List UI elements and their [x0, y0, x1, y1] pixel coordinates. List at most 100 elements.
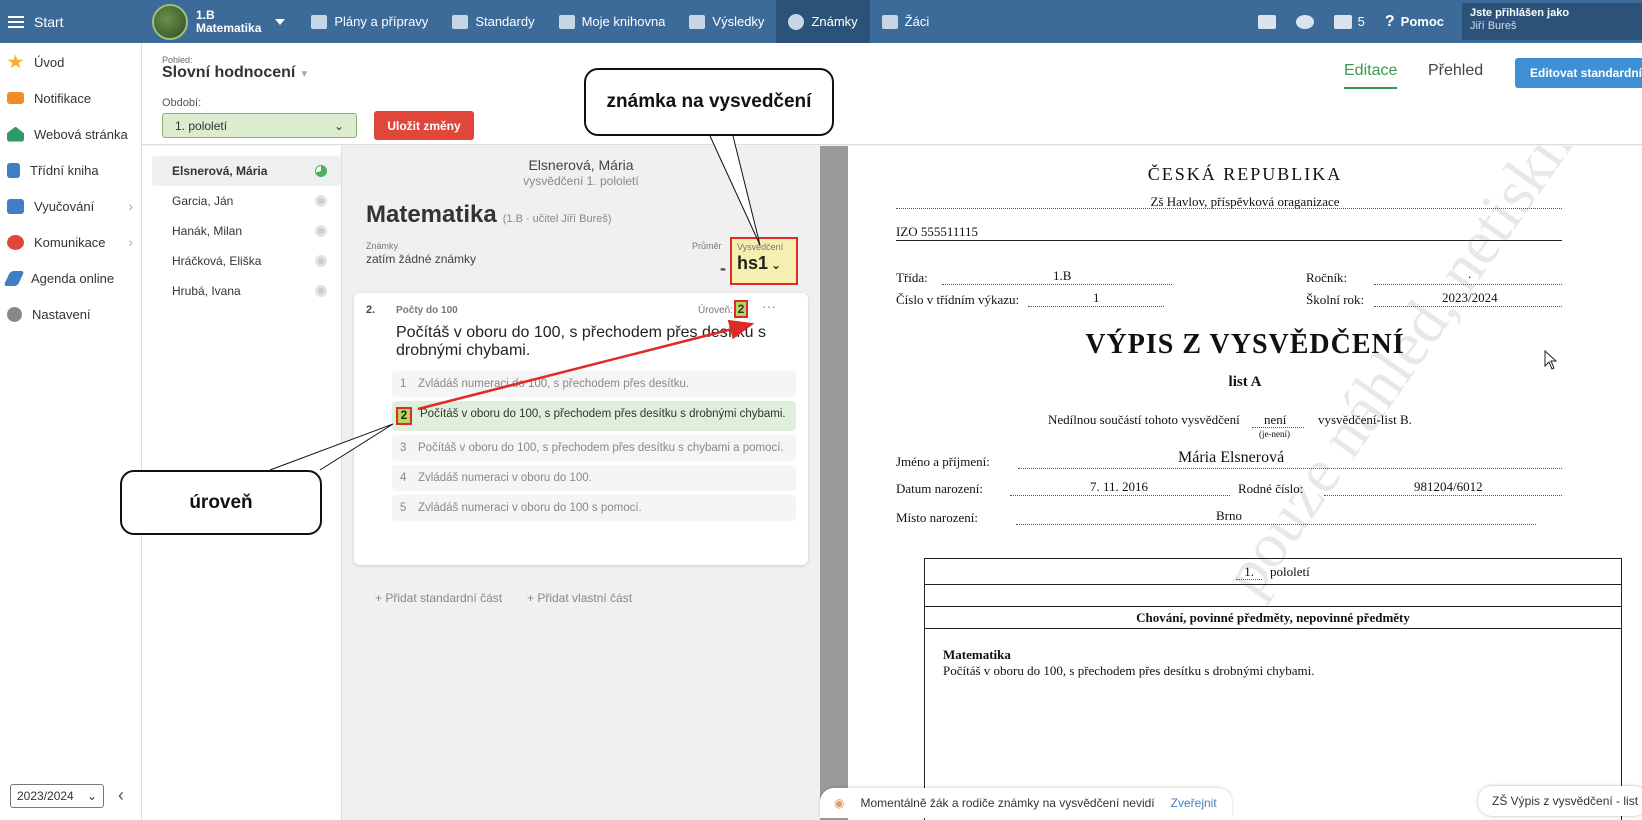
start-menu[interactable]: Start: [0, 14, 142, 30]
chat-button[interactable]: [1286, 14, 1324, 29]
help-button[interactable]: ? Pomoc: [1375, 13, 1454, 31]
sidebar-item-label: Webová stránka: [34, 126, 128, 142]
subject-name: Matematika: [366, 201, 497, 228]
library-icon: [558, 14, 575, 29]
student-item[interactable]: Hanák, Milan: [152, 216, 341, 246]
nav-results[interactable]: Výsledky: [677, 0, 776, 43]
sidebar-item-settings[interactable]: Nastavení: [0, 296, 141, 332]
level-options: 1 Zvládáš numeraci do 100, s přechodem př…: [392, 371, 796, 525]
chat-icon: [7, 234, 24, 250]
nav-library[interactable]: Moje knihovna: [547, 0, 678, 43]
nav-grades[interactable]: Známky: [776, 0, 870, 43]
doc-name-value: Mária Elsnerová: [1178, 449, 1285, 466]
book-icon: [7, 162, 20, 178]
star-icon: [7, 54, 24, 69]
student-name: Elsnerová, Mária: [172, 164, 268, 178]
average-value: -: [720, 258, 726, 278]
sidebar-item-communication[interactable]: Komunikace ›: [0, 224, 141, 260]
save-changes-button[interactable]: Uložit změny: [374, 111, 474, 140]
tab-overview[interactable]: Přehled: [1428, 62, 1483, 80]
publish-link[interactable]: Zveřejnit: [1171, 796, 1217, 810]
doc-list: list A: [1228, 374, 1262, 390]
start-label[interactable]: Start: [34, 14, 64, 30]
school-year-select[interactable]: 2023/2024 ⌄: [10, 784, 104, 808]
add-own-part-button[interactable]: + Přidat vlastní část: [527, 591, 632, 605]
sidebar-item-agenda[interactable]: Agenda online: [0, 260, 141, 296]
subject-title: Matematika (1.B · učitel Jiří Bureš): [366, 201, 612, 229]
sidebar-item-website[interactable]: Webová stránka: [0, 116, 141, 152]
student-name: Garcia, Ján: [172, 194, 234, 208]
student-item[interactable]: Elsnerová, Mária: [152, 156, 341, 186]
level-option-selected[interactable]: 2 Počítáš v oboru do 100, s přechodem pře…: [392, 401, 796, 431]
chevron-down-icon: ⌄: [333, 118, 344, 133]
top-right-tools: 5 ? Pomoc Jste přihlášen jako Jiří Bureš: [1248, 0, 1642, 43]
level-option[interactable]: 5 Zvládáš numeraci v oboru do 100 s pomoc…: [392, 495, 796, 521]
level-option[interactable]: 1 Zvládáš numeraci do 100, s přechodem př…: [392, 371, 796, 397]
user-label: Jste přihlášen jako: [1470, 7, 1570, 19]
doc-part-text-2: vysvědčení-list B.: [1318, 412, 1412, 427]
add-standard-part-button[interactable]: + Přidat standardní část: [375, 591, 502, 605]
chevron-down-icon[interactable]: [275, 18, 286, 25]
shield-icon: [452, 14, 469, 29]
option-text: Zvládáš numeraci do 100, s přechodem pře…: [418, 378, 690, 390]
class-switcher[interactable]: 1.B Matematika: [142, 0, 299, 43]
evaluation-card: 2. Počty do 100 Úroveň: 2 ··· Počítáš v …: [354, 293, 808, 565]
cast-icon: [1257, 14, 1276, 29]
collapse-sidebar-icon[interactable]: ‹: [118, 785, 124, 806]
nav-students[interactable]: Žáci: [870, 0, 942, 43]
option-number: 4: [400, 472, 407, 484]
certificate-grade-value: hs1: [737, 253, 769, 273]
doc-register-value: 1: [1093, 290, 1100, 305]
hamburger-icon[interactable]: [8, 15, 24, 28]
nav-label: Známky: [811, 14, 858, 29]
sidebar-item-label: Agenda online: [31, 270, 115, 286]
average-label: Průměr: [692, 241, 722, 251]
option-text: Zvládáš numeraci v oboru do 100.: [418, 472, 592, 484]
sidebar-item-teaching[interactable]: Vyučování ›: [0, 188, 141, 224]
more-options-icon[interactable]: ···: [762, 298, 776, 314]
option-text: Počítáš v oboru do 100, s přechodem přes…: [420, 408, 786, 420]
nav-standards[interactable]: Standardy: [440, 0, 546, 43]
doc-place-value: Brno: [1216, 508, 1242, 523]
grades-value: zatím žádné známky: [366, 252, 477, 266]
level-value: 2: [734, 300, 748, 318]
student-name: Hrubá, Ivana: [172, 284, 241, 298]
main-nav: Plány a přípravy Standardy Moje knihovna…: [299, 0, 941, 43]
student-item[interactable]: Hráčková, Eliška: [152, 246, 341, 276]
chevron-right-icon: ›: [128, 234, 133, 250]
doc-subject-text: Počítáš v oboru do 100, s přechodem přes…: [943, 663, 1315, 678]
edit-standard-button[interactable]: Editovat standardní te: [1515, 58, 1642, 88]
option-number: 3: [400, 442, 407, 454]
doc-place-label: Místo narození:: [896, 510, 978, 525]
doc-izo: IZO 555511115: [896, 224, 978, 239]
subject-info: (1.B · učitel Jiří Bureš): [502, 213, 612, 225]
view-select[interactable]: Slovní hodnocení ▼: [162, 64, 309, 82]
user-box[interactable]: Jste přihlášen jako Jiří Bureš: [1462, 3, 1642, 40]
certificate-grade-select[interactable]: Vysvědčení hs1 ⌄: [730, 237, 798, 285]
nav-plans[interactable]: Plány a přípravy: [299, 0, 440, 43]
period-select[interactable]: 1. pololetí ⌄: [162, 113, 357, 138]
document-template-select[interactable]: ZŠ Výpis z vysvědčení - list: [1478, 786, 1642, 816]
progress-icon: [315, 285, 327, 297]
doc-register-label: Číslo v třídním výkazu:: [896, 292, 1020, 307]
cast-button[interactable]: [1248, 14, 1286, 29]
tab-edit[interactable]: Editace: [1344, 62, 1398, 89]
level-option[interactable]: 4 Zvládáš numeraci v oboru do 100.: [392, 465, 796, 491]
level-option[interactable]: 3 Počítáš v oboru do 100, s přechodem pře…: [392, 435, 796, 461]
student-item[interactable]: Garcia, Ján: [152, 186, 341, 216]
sidebar-item-label: Úvod: [34, 54, 65, 70]
class-name: 1.B: [196, 7, 215, 22]
chevron-down-icon: ⌄: [771, 258, 782, 272]
level-label: Úroveň:: [698, 305, 734, 316]
messages-button[interactable]: 5: [1324, 14, 1375, 29]
student-item[interactable]: Hrubá, Ivana: [152, 276, 341, 306]
doc-grade-label: Ročník:: [1306, 270, 1348, 285]
certificate-page: pouze náhled, netisknout ČESKÁ REPUBLIKA…: [848, 146, 1642, 820]
doc-birth-value: 7. 11. 2016: [1090, 479, 1149, 494]
sidebar-item-classbook[interactable]: Třídní kniha: [0, 152, 141, 188]
sidebar-item-home[interactable]: Úvod: [0, 44, 141, 80]
grades-label: Známky: [366, 241, 399, 251]
period-value: 1. pololetí: [175, 118, 228, 133]
callout-certificate-grade: známka na vysvedčení: [584, 68, 834, 136]
sidebar-item-notifications[interactable]: Notifikace: [0, 80, 141, 116]
